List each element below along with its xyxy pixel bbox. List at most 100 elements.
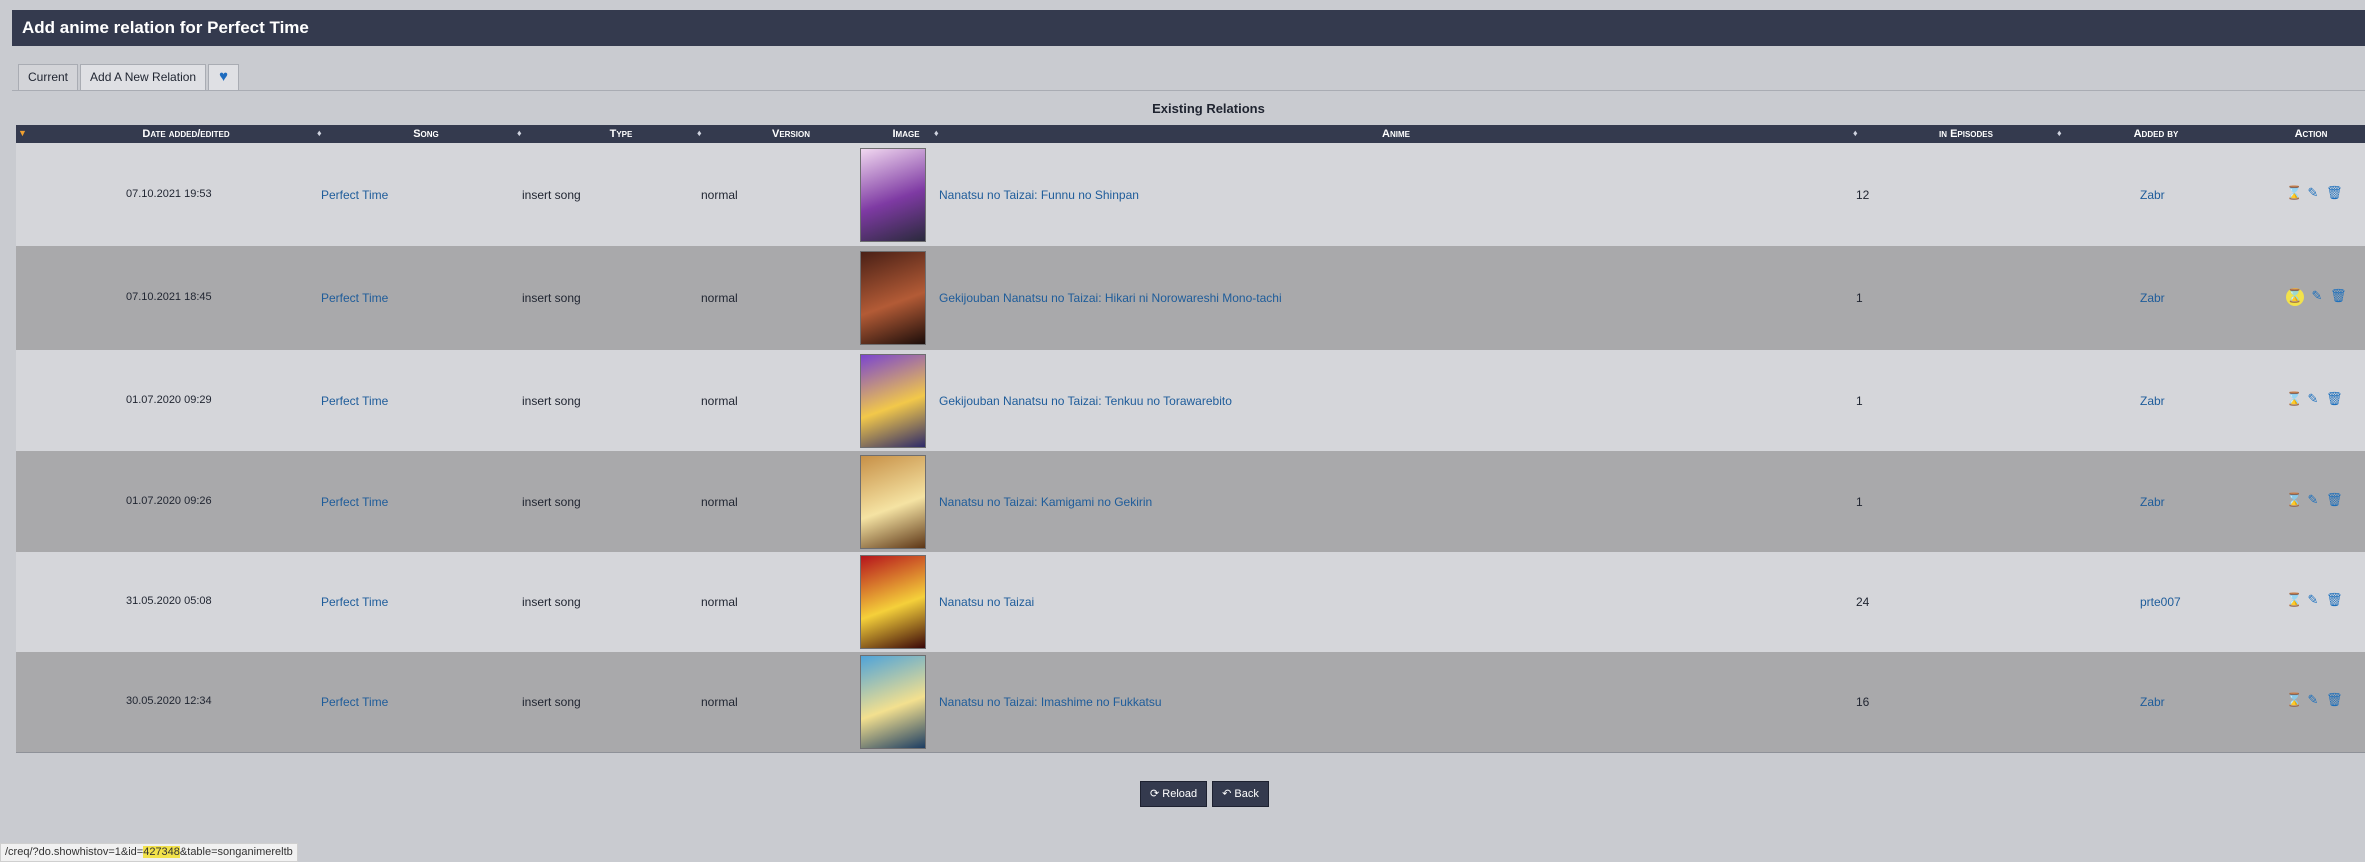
- hourglass-icon[interactable]: ⌛: [2286, 187, 2302, 201]
- episodes-cell: 1: [1856, 495, 1863, 509]
- song-link[interactable]: Perfect Time: [321, 495, 388, 509]
- anime-link[interactable]: Nanatsu no Taizai: Imashime no Fukkatsu: [939, 695, 1162, 709]
- sort-icon[interactable]: ▼: [18, 128, 27, 138]
- edit-icon[interactable]: ✎: [2306, 187, 2320, 201]
- status-bar-url: /creq/?do.showhistov=1&id=427348&table=s…: [0, 843, 298, 862]
- edit-icon[interactable]: ✎: [2310, 290, 2324, 304]
- episodes-cell: 24: [1856, 595, 1870, 609]
- tab-current[interactable]: Current: [18, 64, 79, 90]
- sort-icon[interactable]: ♦: [1853, 128, 1858, 138]
- type-cell: insert song: [522, 291, 581, 305]
- column-date[interactable]: Date added/edited: [76, 125, 296, 143]
- page-title: Add anime relation for Perfect Time: [22, 18, 309, 37]
- table-caption: Existing Relations: [1152, 101, 1265, 116]
- relations-panel: Existing Relations ▼ Date added/edited ♦…: [12, 90, 2365, 771]
- heart-icon: ♥: [219, 68, 228, 85]
- trash-icon[interactable]: 🗑: [2326, 694, 2343, 708]
- type-cell: insert song: [522, 595, 581, 609]
- episodes-cell: 16: [1856, 695, 1870, 709]
- type-cell: insert song: [522, 495, 581, 509]
- date-cell: 31.05.2020 05:08: [126, 595, 212, 607]
- type-cell: insert song: [522, 188, 581, 202]
- anime-link[interactable]: Nanatsu no Taizai: [939, 595, 1034, 609]
- song-link[interactable]: Perfect Time: [321, 291, 388, 305]
- version-cell: normal: [701, 291, 738, 305]
- table-row: 01.07.2020 09:29 Perfect Time insert song n…: [16, 350, 2365, 452]
- tab-add-new-relation[interactable]: Add A New Relation: [80, 64, 207, 90]
- table-row: 01.07.2020 09:26 Perfect Time insert song n…: [16, 451, 2365, 553]
- song-link[interactable]: Perfect Time: [321, 695, 388, 709]
- row-actions: ⌛ ✎ 🗑: [2286, 494, 2343, 508]
- hourglass-icon[interactable]: ⌛: [2286, 594, 2302, 608]
- hourglass-icon[interactable]: ⌛: [2286, 694, 2302, 708]
- anime-cover-image[interactable]: [860, 655, 926, 749]
- tab-favorites[interactable]: ♥: [208, 64, 239, 90]
- song-link[interactable]: Perfect Time: [321, 394, 388, 408]
- row-actions: ⌛ ✎ 🗑: [2286, 393, 2343, 407]
- button-bar: ⟳ Reload ↶ Back: [1140, 781, 1269, 807]
- row-actions: ⌛ ✎ 🗑: [2286, 594, 2343, 608]
- column-song[interactable]: Song: [346, 125, 506, 143]
- anime-link[interactable]: Gekijouban Nanatsu no Taizai: Hikari ni …: [939, 291, 1282, 305]
- episodes-cell: 1: [1856, 394, 1863, 408]
- edit-icon[interactable]: ✎: [2306, 594, 2320, 608]
- trash-icon[interactable]: 🗑: [2326, 494, 2343, 508]
- table-row: 31.05.2020 05:08 Perfect Time insert song n…: [16, 552, 2365, 653]
- table-row: 07.10.2021 18:45 Perfect Time insert song n…: [16, 246, 2365, 351]
- back-button[interactable]: ↶ Back: [1212, 781, 1269, 807]
- anime-cover-image[interactable]: [860, 148, 926, 242]
- column-added-by[interactable]: Added by: [2076, 125, 2236, 143]
- added-by-link[interactable]: Zabr: [2140, 291, 2165, 305]
- anime-cover-image[interactable]: [860, 251, 926, 345]
- column-version[interactable]: Version: [716, 125, 866, 143]
- episodes-cell: 12: [1856, 188, 1870, 202]
- added-by-link[interactable]: prte007: [2140, 595, 2181, 609]
- added-by-link[interactable]: Zabr: [2140, 695, 2165, 709]
- edit-icon[interactable]: ✎: [2306, 694, 2320, 708]
- table-row: 07.10.2021 19:53 Perfect Time insert song n…: [16, 143, 2365, 247]
- trash-icon[interactable]: 🗑: [2326, 393, 2343, 407]
- table-header: ▼ Date added/edited ♦ Song ♦ Type ♦ Vers…: [16, 125, 2365, 143]
- sort-icon[interactable]: ♦: [317, 128, 322, 138]
- reload-button[interactable]: ⟳ Reload: [1140, 781, 1208, 807]
- hourglass-icon[interactable]: ⌛: [2286, 393, 2302, 407]
- trash-icon[interactable]: 🗑: [2326, 594, 2343, 608]
- sort-icon[interactable]: ♦: [934, 128, 939, 138]
- date-cell: 30.05.2020 12:34: [126, 695, 212, 707]
- column-anime[interactable]: Anime: [946, 125, 1846, 143]
- added-by-link[interactable]: Zabr: [2140, 394, 2165, 408]
- anime-cover-image[interactable]: [860, 354, 926, 448]
- back-arrow-icon: ↶: [1222, 788, 1232, 800]
- hourglass-icon[interactable]: ⌛: [2286, 288, 2304, 306]
- added-by-link[interactable]: Zabr: [2140, 495, 2165, 509]
- anime-link[interactable]: Nanatsu no Taizai: Funnu no Shinpan: [939, 188, 1139, 202]
- edit-icon[interactable]: ✎: [2306, 393, 2320, 407]
- row-actions: ⌛ ✎ 🗑: [2286, 694, 2343, 708]
- added-by-link[interactable]: Zabr: [2140, 188, 2165, 202]
- version-cell: normal: [701, 188, 738, 202]
- edit-icon[interactable]: ✎: [2306, 494, 2320, 508]
- song-link[interactable]: Perfect Time: [321, 595, 388, 609]
- sort-icon[interactable]: ♦: [2057, 128, 2062, 138]
- trash-icon[interactable]: 🗑: [2330, 290, 2347, 304]
- column-image: Image: [892, 128, 920, 140]
- anime-cover-image[interactable]: [860, 555, 926, 649]
- sort-icon[interactable]: ♦: [697, 128, 702, 138]
- column-episodes[interactable]: in Episodes: [1876, 125, 2056, 143]
- hourglass-icon[interactable]: ⌛: [2286, 494, 2302, 508]
- date-cell: 07.10.2021 18:45: [126, 291, 212, 303]
- refresh-icon: ⟳: [1150, 788, 1160, 800]
- version-cell: normal: [701, 394, 738, 408]
- date-cell: 01.07.2020 09:29: [126, 394, 212, 406]
- version-cell: normal: [701, 595, 738, 609]
- column-action: Action: [2294, 128, 2328, 140]
- column-type[interactable]: Type: [536, 125, 706, 143]
- tab-bar: Current Add A New Relation ♥: [18, 64, 239, 90]
- trash-icon[interactable]: 🗑: [2326, 187, 2343, 201]
- anime-link[interactable]: Nanatsu no Taizai: Kamigami no Gekirin: [939, 495, 1152, 509]
- anime-link[interactable]: Gekijouban Nanatsu no Taizai: Tenkuu no …: [939, 394, 1232, 408]
- anime-cover-image[interactable]: [860, 455, 926, 549]
- sort-icon[interactable]: ♦: [517, 128, 522, 138]
- song-link[interactable]: Perfect Time: [321, 188, 388, 202]
- date-cell: 07.10.2021 19:53: [126, 188, 212, 200]
